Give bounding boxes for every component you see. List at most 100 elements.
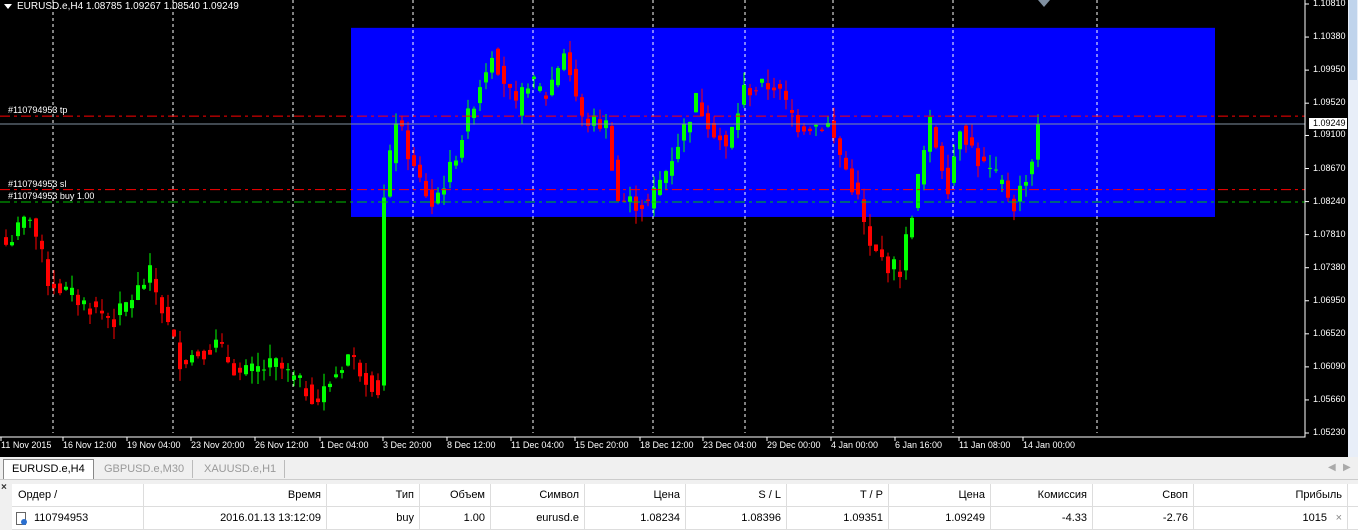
candle-body <box>760 78 764 83</box>
vertical-scrollbar[interactable] <box>1348 0 1358 457</box>
candle-body <box>112 319 116 328</box>
candle-body <box>538 86 542 91</box>
candle-body <box>700 102 704 117</box>
candle-body <box>970 137 974 146</box>
candle-body <box>46 259 50 286</box>
column-header[interactable]: Комиссия <box>991 484 1093 507</box>
candle-body <box>1018 185 1022 202</box>
column-header[interactable]: Своп <box>1093 484 1194 507</box>
candle-body <box>610 125 614 171</box>
tab-gbpusd[interactable]: GBPUSD.e,M30 <box>96 460 194 478</box>
candle-body <box>790 109 794 113</box>
triangle-down-icon[interactable] <box>4 3 12 9</box>
y-tick-label: 1.06950 <box>1313 294 1346 305</box>
column-header[interactable]: S / L <box>686 484 787 507</box>
column-header[interactable]: Ордер / <box>12 484 144 507</box>
symbol-info: EURUSD.e,H4 1.08785 1.09267 1.08540 1.09… <box>17 1 239 12</box>
candle-body <box>832 120 836 138</box>
scroll-right-icon[interactable]: ▶ <box>1343 462 1351 473</box>
scroll-left-icon[interactable]: ◀ <box>1328 462 1336 473</box>
candle-body <box>388 150 392 197</box>
candle-body <box>136 285 140 300</box>
column-header[interactable]: Цена <box>585 484 686 507</box>
candle-body <box>232 363 236 376</box>
candle-body <box>412 155 416 167</box>
candle-body <box>256 366 260 372</box>
candle-body <box>784 90 788 100</box>
price-chart[interactable]: EURUSD.e,H4 1.08785 1.09267 1.08540 1.09… <box>0 0 1348 457</box>
x-tick-label: 16 Nov 12:00 <box>63 440 117 450</box>
cell-value: 2016.01.13 13:12:09 <box>220 512 321 524</box>
candle-body <box>568 52 572 76</box>
candle-body <box>910 217 914 238</box>
close-order-icon[interactable]: × <box>1336 507 1342 530</box>
column-header[interactable]: Время <box>144 484 327 507</box>
y-tick-label: 1.06520 <box>1313 327 1346 338</box>
candle-body <box>154 278 158 293</box>
candle-body <box>358 362 362 377</box>
candle-body <box>706 113 710 130</box>
candle-body <box>646 199 650 201</box>
tab-xauusd[interactable]: XAUUSD.e,H1 <box>196 460 286 478</box>
candle-body <box>322 386 326 403</box>
candle-body <box>904 234 908 271</box>
candle-body <box>160 297 164 314</box>
price-zone-rectangle <box>351 27 1215 217</box>
candle-body <box>346 354 350 366</box>
candle-body <box>682 123 686 141</box>
column-header[interactable]: Объем <box>420 484 491 507</box>
candle-body <box>10 242 14 246</box>
column-header[interactable]: Цена <box>889 484 991 507</box>
candle-body <box>526 88 530 94</box>
candle-body <box>718 135 722 141</box>
close-panel-icon[interactable]: × <box>1 482 7 493</box>
candle-body <box>124 302 128 312</box>
cell-value: 1.08396 <box>741 512 781 524</box>
x-tick-label: 19 Nov 04:00 <box>127 440 181 450</box>
column-header[interactable]: Тип <box>327 484 420 507</box>
chart-tabs: EURUSD.e,H4 GBPUSD.e,M30 XAUUSD.e,H1 ◀ ▶ <box>0 458 1358 480</box>
column-header[interactable]: Символ <box>491 484 585 507</box>
column-header[interactable]: Прибыль <box>1194 484 1348 507</box>
candle-body <box>976 148 980 167</box>
candle-body <box>676 146 680 160</box>
table-row[interactable]: 110794953 2016.01.13 13:12:09 buy 1.00 eurus… <box>12 507 1358 530</box>
candle-body <box>952 156 956 183</box>
candle-body <box>166 306 170 323</box>
cell-value: buy <box>396 512 414 524</box>
candle-body <box>940 145 944 171</box>
candle-body <box>250 363 254 372</box>
candle-body <box>394 123 398 164</box>
candle-body <box>460 140 464 158</box>
candle-body <box>238 367 242 373</box>
cell-value: 1.09249 <box>945 512 985 524</box>
candle-body <box>502 65 506 84</box>
candle-body <box>100 310 104 314</box>
candle-body <box>712 122 716 138</box>
candle-body <box>130 300 134 309</box>
candle-body <box>496 48 500 75</box>
candle-body <box>400 120 404 127</box>
candle-body <box>262 369 266 371</box>
candle-body <box>1036 124 1040 160</box>
candle-body <box>802 126 806 132</box>
candle-body <box>1030 161 1034 175</box>
y-tick-label: 1.05230 <box>1313 427 1346 437</box>
x-tick-label: 11 Nov 2015 <box>1 440 52 450</box>
x-tick-label: 23 Dec 04:00 <box>703 440 757 450</box>
y-tick-label: 1.09100 <box>1313 129 1346 140</box>
tab-eurusd[interactable]: EURUSD.e,H4 <box>3 459 94 479</box>
cell-value: -4.33 <box>1061 512 1087 524</box>
column-header[interactable]: T / P <box>787 484 889 507</box>
candle-body <box>508 83 512 88</box>
y-tick-label: 1.10380 <box>1313 31 1346 42</box>
candle-body <box>616 159 620 201</box>
y-tick-label: 1.10810 <box>1313 0 1346 8</box>
y-tick-label: 1.08670 <box>1313 162 1346 173</box>
cell-value: 1.08234 <box>640 512 680 524</box>
candle-body <box>1000 179 1004 185</box>
candle-body <box>580 97 584 116</box>
x-tick-label: 18 Dec 12:00 <box>640 440 694 450</box>
candle-body <box>352 355 356 358</box>
chart-canvas <box>0 0 1309 441</box>
